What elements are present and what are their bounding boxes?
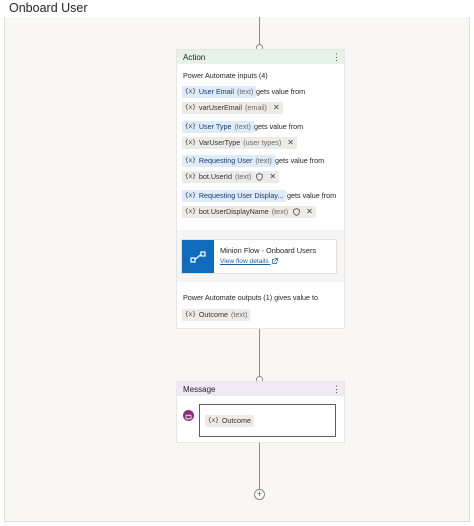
gets-value-label: gets value from [287,191,337,200]
input-param-name: User Email [198,87,234,96]
variable-icon: {x} [185,311,196,318]
shield-icon[interactable] [293,208,300,216]
variable-icon: {x} [185,157,196,164]
message-more-options-icon[interactable]: ⋮ [332,384,341,394]
chat-bubble-icon [183,410,194,421]
input-param-name: User Type [198,122,232,131]
close-icon[interactable]: ✕ [306,206,313,218]
gets-value-label: gets value from [256,87,306,96]
input-param-name: Requesting User [198,156,253,165]
variable-icon: {x} [185,88,196,95]
input-param-type: (text) [255,156,272,165]
input-value-name: bot.UserDisplayName [198,207,269,216]
variable-icon: {x} [208,417,219,424]
gets-value-label: gets value from [254,122,304,131]
shield-icon[interactable] [256,173,264,181]
input-value-name: VarUserType [198,138,241,147]
input-param-chip[interactable]: {x} User Email (text) [182,86,257,98]
message-node-header[interactable]: Message ⋮ [177,382,344,396]
output-chip[interactable]: {x} Outcome (text) [182,309,251,321]
input-value-chip[interactable]: {x} bot.UserId (text) ✕ [182,171,280,183]
action-node-header[interactable]: Action ⋮ [177,50,344,64]
view-flow-details-text: View flow details [220,258,269,265]
close-icon[interactable]: ✕ [273,102,280,114]
input-value-type: (text) [271,207,289,216]
variable-icon: {x} [185,123,196,130]
page-title: Onboard User [9,1,88,15]
flow-name: Minion Flow - Onboard Users [220,246,317,255]
input-param-name: Requesting User Display... [198,191,284,200]
external-link-icon [272,258,279,264]
connector-line-middle [259,328,260,380]
input-value-type: (text) [235,172,252,181]
input-value-type: (email) [244,103,267,112]
input-param-type: (text) [234,122,251,131]
close-icon[interactable]: ✕ [269,171,276,183]
message-node-title: Message [183,384,216,394]
connector-line-bottom [259,442,260,490]
input-value-type: (user types) [243,138,282,147]
message-text-input[interactable]: {x} Outcome [199,404,336,437]
input-param-type: (text) [237,87,254,96]
message-variable-name: Outcome [221,416,252,425]
variable-icon: {x} [185,104,196,111]
input-param-chip[interactable]: {x} Requesting User (text) [182,155,275,167]
add-node-button[interactable]: + [254,489,265,500]
variable-icon: {x} [185,192,196,199]
input-value-name: bot.UserId [198,172,233,181]
gets-value-label: gets value from [275,156,325,165]
action-node-title: Action [183,52,206,62]
variable-icon: {x} [185,173,196,180]
view-flow-details-link[interactable]: View flow details [220,258,279,265]
flow-card[interactable]: Minion Flow - Onboard Users View flow de… [182,240,336,273]
variable-icon: {x} [185,208,196,215]
outputs-label: Power Automate outputs (1) gives value t… [183,293,319,302]
output-name: Outcome [198,310,229,319]
variable-icon: {x} [185,139,196,146]
top-header: Onboard User [0,0,474,18]
input-param-chip[interactable]: {x} Requesting User Display... [182,190,287,202]
plus-icon: + [256,489,263,499]
message-variable-chip[interactable]: {x} Outcome [205,415,255,427]
inputs-label: Power Automate inputs (4) [183,71,268,80]
output-type: (text) [231,310,248,319]
power-automate-flow-icon [182,240,214,273]
input-value-chip[interactable]: {x} varUserEmail (email) ✕ [182,102,283,114]
input-value-name: varUserEmail [198,103,242,112]
close-icon[interactable]: ✕ [287,137,294,149]
action-more-options-icon[interactable]: ⋮ [332,52,341,62]
input-param-chip[interactable]: {x} User Type (text) [182,121,254,133]
input-value-chip[interactable]: {x} VarUserType (user types) ✕ [182,137,297,149]
input-value-chip[interactable]: {x} bot.UserDisplayName (text) ✕ [182,206,316,218]
